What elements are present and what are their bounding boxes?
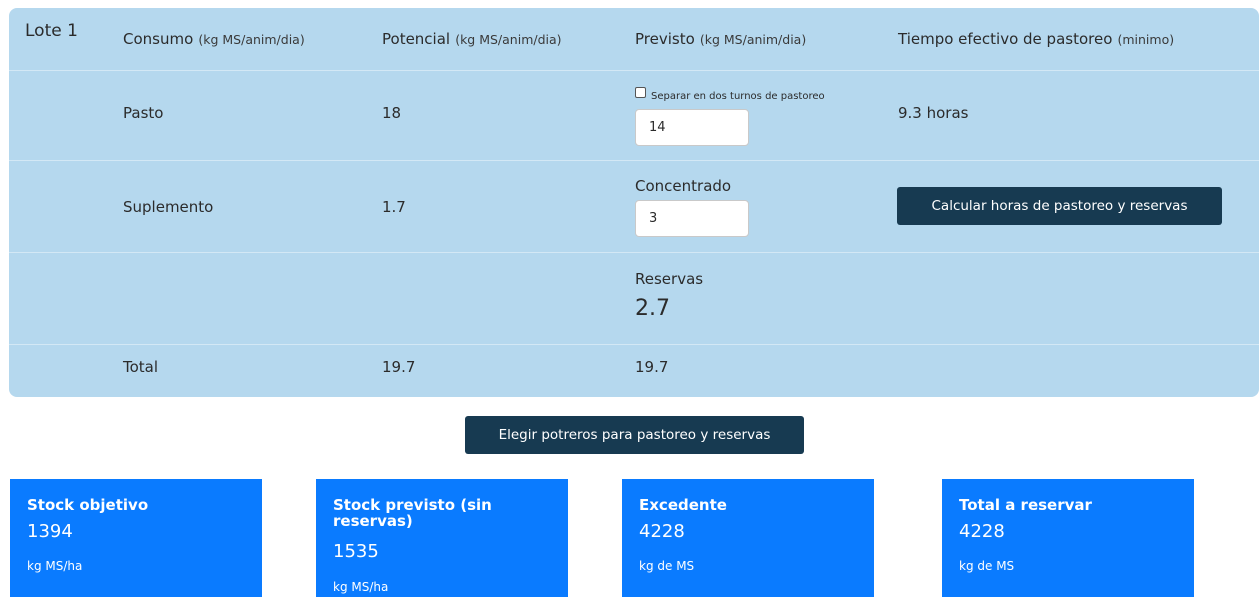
separar-turnos-checkbox[interactable] bbox=[635, 87, 646, 98]
pasto-label: Pasto bbox=[123, 104, 164, 122]
calcular-horas-button[interactable]: Calcular horas de pastoreo y reservas bbox=[897, 187, 1222, 225]
suplemento-potencial: 1.7 bbox=[382, 198, 406, 216]
header-previsto-unit: (kg MS/anim/dia) bbox=[699, 32, 807, 47]
pasto-tiempo: 9.3 horas bbox=[898, 104, 969, 122]
card-title: Excedente bbox=[639, 496, 727, 514]
card-unit: kg MS/ha bbox=[27, 559, 83, 573]
row-divider bbox=[9, 344, 1259, 345]
suplemento-label: Suplemento bbox=[123, 198, 214, 216]
row-divider bbox=[9, 252, 1259, 253]
card-excedente: Excedente 4228 kg de MS bbox=[622, 479, 874, 597]
card-value: 4228 bbox=[639, 521, 685, 542]
header-consumo: Consumo (kg MS/anim/dia) bbox=[123, 29, 305, 48]
total-previsto: 19.7 bbox=[635, 358, 669, 376]
header-potencial: Potencial (kg MS/anim/dia) bbox=[382, 29, 562, 48]
header-tiempo: Tiempo efectivo de pastoreo (minimo) bbox=[898, 29, 1174, 48]
header-tiempo-label: Tiempo efectivo de pastoreo bbox=[898, 30, 1113, 48]
lote-title: Lote 1 bbox=[25, 21, 78, 41]
header-previsto-label: Previsto bbox=[635, 30, 695, 48]
card-title: Total a reservar bbox=[959, 496, 1092, 514]
total-label: Total bbox=[123, 358, 159, 376]
card-value: 1394 bbox=[27, 521, 73, 542]
card-value: 4228 bbox=[959, 521, 1005, 542]
card-total-reservar: Total a reservar 4228 kg de MS bbox=[942, 479, 1194, 597]
row-divider bbox=[9, 70, 1259, 71]
pasto-previsto-input[interactable] bbox=[635, 109, 749, 146]
elegir-potreros-button[interactable]: Elegir potreros para pastoreo y reservas bbox=[465, 416, 804, 454]
header-tiempo-unit: (minimo) bbox=[1117, 32, 1175, 47]
header-potencial-unit: (kg MS/anim/dia) bbox=[455, 32, 562, 47]
header-previsto: Previsto (kg MS/anim/dia) bbox=[635, 29, 806, 48]
concentrado-label: Concentrado bbox=[635, 177, 732, 195]
card-unit: kg de MS bbox=[639, 559, 695, 573]
header-potencial-label: Potencial bbox=[382, 30, 451, 48]
separar-turnos-label: Separar en dos turnos de pastoreo bbox=[651, 91, 825, 102]
concentrado-input[interactable] bbox=[635, 200, 749, 237]
reservas-label: Reservas bbox=[635, 270, 704, 288]
card-unit: kg MS/ha bbox=[333, 580, 389, 594]
card-value: 1535 bbox=[333, 541, 379, 562]
header-consumo-unit: (kg MS/anim/dia) bbox=[198, 32, 305, 47]
card-stock-previsto: Stock previsto (sin reservas) 1535 kg MS… bbox=[316, 479, 568, 597]
card-title: Stock previsto (sin reservas) bbox=[333, 496, 492, 530]
card-unit: kg de MS bbox=[959, 559, 1015, 573]
card-stock-objetivo: Stock objetivo 1394 kg MS/ha bbox=[10, 479, 262, 597]
reservas-value: 2.7 bbox=[635, 296, 670, 321]
header-consumo-label: Consumo bbox=[123, 30, 194, 48]
pasto-potencial: 18 bbox=[382, 104, 402, 122]
total-potencial: 19.7 bbox=[382, 358, 416, 376]
row-divider bbox=[9, 160, 1259, 161]
card-title: Stock objetivo bbox=[27, 496, 149, 514]
